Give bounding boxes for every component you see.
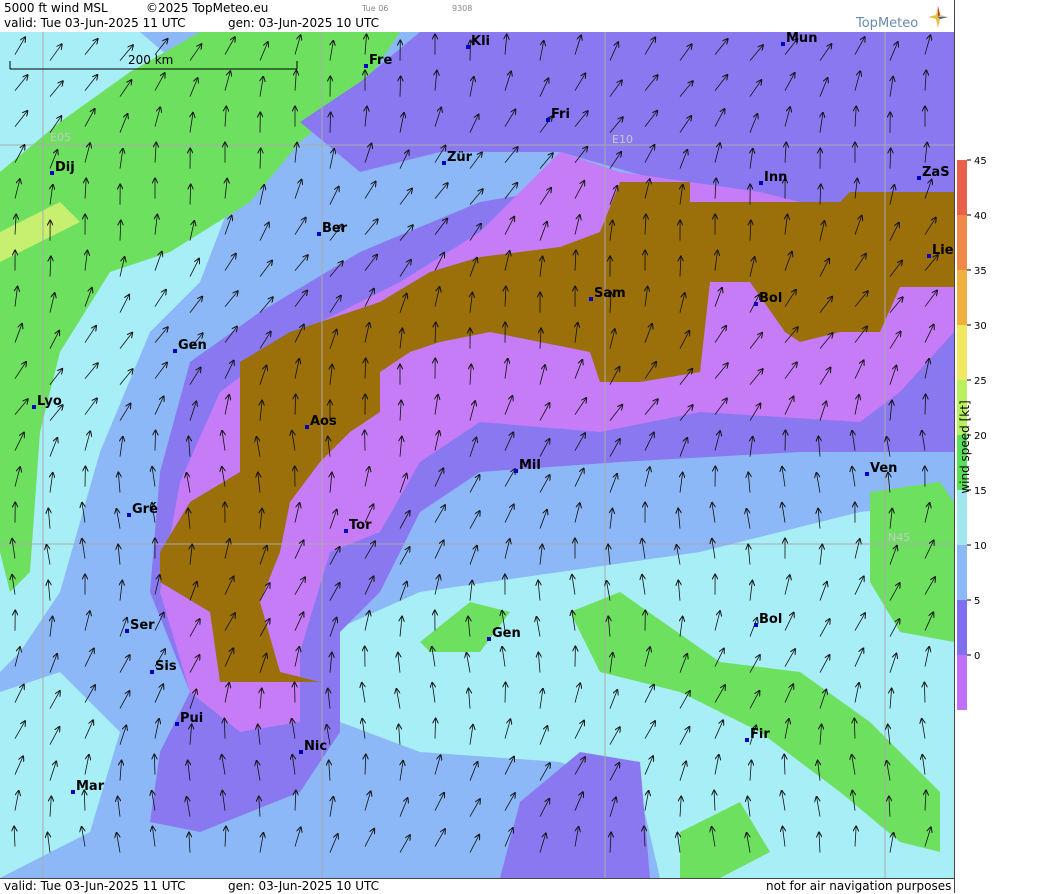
map-header: 5000 ft wind MSL ©2025 TopMeteo.eu Tue 0… [0,0,954,33]
legend-tick-label: 5 [974,596,980,607]
scale-label: 200 km [128,53,173,67]
legend-swatch [957,655,967,710]
footer-valid-time: valid: Tue 03-Jun-2025 11 UTC [4,879,185,893]
legend-tick-label: 10 [974,541,987,552]
legend-tick-label: 0 [974,651,980,662]
city-label: Mun [786,32,817,46]
city-marker [754,623,758,627]
city-label: Bol [759,291,782,306]
wind-arrow [295,683,296,703]
legend-title: wind speed [kt] [958,387,972,507]
city-marker [514,469,518,473]
footer-generated-time: gen: 03-Jun-2025 10 UTC [228,879,379,893]
city-label: Nic [304,739,327,754]
city-label: Ven [870,461,897,476]
grid-label-n45: N45 [888,531,910,544]
legend-tick-label: 35 [974,266,987,277]
city-marker [173,349,177,353]
city-label: Inn [764,170,787,185]
legend-swatch [957,545,967,600]
city-marker [865,472,869,476]
topmeteo-logo[interactable]: TopMeteo [856,4,946,30]
city-marker [344,529,348,533]
legend-swatch [957,215,967,270]
city-label: Bol [759,612,782,627]
city-marker [317,232,321,236]
wind-arrow [505,683,506,703]
city-label: Lyo [37,394,62,409]
grid-label-e10: E10 [612,133,633,146]
city-marker [127,513,131,517]
city-marker [305,425,309,429]
grid-label-e05: E05 [50,131,71,144]
legend-tick-label: 45 [974,156,987,167]
city-label: Aos [310,414,337,429]
city-label: Mil [519,458,541,473]
run-code: 9308 [452,4,472,13]
city-label: Kli [471,34,490,49]
city-label: Gen [178,338,207,353]
city-label: Dij [55,160,75,175]
compass-star-icon [928,4,948,30]
city-marker [487,637,491,641]
city-marker [71,790,75,794]
city-label: Sam [594,286,626,301]
city-marker [927,254,931,258]
city-marker [917,176,921,180]
city-marker [364,64,368,68]
city-marker [466,45,470,49]
map-footer: valid: Tue 03-Jun-2025 11 UTC gen: 03-Ju… [0,878,954,894]
copyright-text: ©2025 TopMeteo.eu [146,1,268,15]
city-label: Zür [447,150,473,165]
city-label: Sis [155,659,177,674]
city-marker [50,171,54,175]
city-label: Fir [750,727,770,742]
city-label: Fre [369,53,392,68]
wind-arrow [155,431,156,451]
city-label: Pui [180,711,203,726]
wind-map-canvas: E05 E10 N45 200 km Kli Mun Fre Fri Dij Zür Inn… [0,32,954,878]
logo-text: TopMeteo [856,16,918,31]
city-marker [299,750,303,754]
legend-swatch [957,600,967,655]
wind-map[interactable]: E05 E10 N45 200 km Kli Mun Fre Fri Dij Zür Inn… [0,32,954,878]
city-label: ZaS [922,165,950,180]
legend-swatch [957,160,967,215]
city-marker [175,722,179,726]
city-marker [759,181,763,185]
product-title: 5000 ft wind MSL [4,1,108,15]
city-marker [546,118,550,122]
city-label: Mar [76,779,105,794]
city-label: Tor [349,518,372,533]
city-label: Ber [322,221,348,236]
legend-swatch [957,325,967,380]
city-label: Gré [132,502,158,517]
city-marker [745,738,749,742]
city-marker [442,161,446,165]
navigation-disclaimer: not for air navigation purposes [766,879,951,893]
city-marker [125,629,129,633]
city-label: Ser [130,618,155,633]
legend-tick-label: 20 [974,431,987,442]
legend-tick-label: 40 [974,211,987,222]
legend-tick-label: 15 [974,486,987,497]
city-label: Gen [492,626,521,641]
legend-tick-label: 25 [974,376,987,387]
city-marker [781,42,785,46]
city-marker [589,297,593,301]
forecast-day: Tue 06 [362,4,388,13]
city-marker [32,405,36,409]
city-marker [754,302,758,306]
generated-time: gen: 03-Jun-2025 10 UTC [228,16,379,30]
legend-swatch [957,270,967,325]
valid-time: valid: Tue 03-Jun-2025 11 UTC [4,16,185,30]
city-marker [150,670,154,674]
city-label: Lie [932,243,954,258]
legend-tick-label: 30 [974,321,987,332]
city-label: Fri [551,107,570,122]
